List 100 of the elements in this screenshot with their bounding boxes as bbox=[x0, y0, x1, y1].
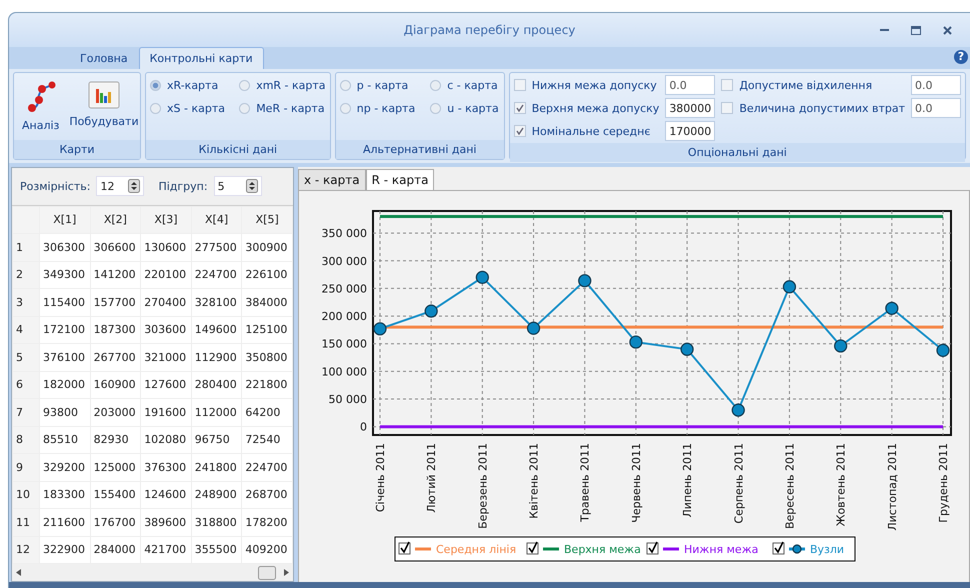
data-point bbox=[834, 339, 848, 353]
table-cell: 124600 bbox=[140, 481, 192, 509]
table-cell: 350800 bbox=[242, 344, 292, 372]
chart-tab[interactable]: x - карта bbox=[298, 169, 366, 190]
minimize-icon[interactable] bbox=[880, 28, 889, 32]
table-cell: 248900 bbox=[191, 481, 242, 509]
radio-option[interactable]: xS - карта bbox=[150, 102, 226, 115]
row-header: 2 bbox=[12, 261, 40, 289]
spin-field[interactable]: 12 bbox=[96, 176, 144, 196]
table-cell: 182000 bbox=[40, 371, 90, 399]
ribbon-tab[interactable]: Контрольні карти bbox=[138, 47, 264, 69]
y-tick-label: 50 000 bbox=[328, 393, 367, 406]
table-cell: 224700 bbox=[191, 261, 242, 289]
table-cell: 376100 bbox=[40, 344, 90, 372]
legend-line-icon bbox=[663, 548, 679, 550]
data-point bbox=[732, 404, 745, 417]
checkbox[interactable] bbox=[721, 79, 734, 91]
x-tick-label: Серпень 2011 bbox=[732, 443, 746, 524]
option-label: Верхня межа допуску bbox=[532, 102, 660, 114]
y-tick-label: 0 bbox=[360, 420, 367, 434]
x-tick-label: Грудень 2011 bbox=[937, 443, 950, 523]
legend-checkbox[interactable] bbox=[772, 542, 784, 554]
ribbon-tab[interactable]: Головна bbox=[69, 47, 139, 69]
group-title: Альтернативні дані bbox=[336, 140, 504, 159]
chart-tab[interactable]: R - карта bbox=[366, 169, 434, 190]
table-cell: 376300 bbox=[140, 454, 192, 482]
radio-option[interactable]: np - карта bbox=[340, 102, 416, 115]
table-cell: 85510 bbox=[40, 426, 90, 454]
input-field[interactable]: 0.0 bbox=[911, 98, 961, 118]
data-point bbox=[578, 274, 592, 288]
table-cell: 96750 bbox=[191, 426, 242, 454]
option-label: Номінальне середнє bbox=[532, 124, 652, 138]
table-cell: 270400 bbox=[140, 288, 192, 316]
table-cell: 64200 bbox=[242, 398, 292, 426]
close-icon[interactable] bbox=[943, 26, 952, 34]
scroll-left-icon[interactable] bbox=[16, 569, 21, 576]
checkbox[interactable] bbox=[721, 102, 734, 114]
table-cell: 160900 bbox=[90, 371, 141, 399]
table-cell: 93800 bbox=[40, 398, 90, 426]
table-cell: 149600 bbox=[191, 316, 242, 344]
checkbox[interactable] bbox=[514, 125, 526, 137]
data-point bbox=[373, 322, 387, 336]
spin-arrows-icon[interactable] bbox=[128, 179, 140, 194]
scrollbar[interactable] bbox=[12, 564, 293, 581]
checkbox[interactable] bbox=[514, 102, 526, 114]
data-point bbox=[629, 335, 642, 349]
x-tick-label: Жовтень 2011 bbox=[834, 443, 848, 526]
x-tick-label: Листопад 2011 bbox=[886, 443, 899, 531]
data-point bbox=[424, 304, 438, 318]
analysis-button[interactable]: Аналіз bbox=[20, 79, 62, 134]
table-cell: 187300 bbox=[90, 316, 141, 344]
option-label: Величина допустимих втрат bbox=[739, 102, 905, 114]
data-point bbox=[476, 270, 489, 284]
legend-checkbox[interactable] bbox=[646, 542, 658, 554]
checkbox[interactable] bbox=[514, 79, 526, 91]
radio-option[interactable]: c - карта bbox=[430, 79, 500, 92]
build-button[interactable]: Побудувати bbox=[67, 79, 141, 134]
table-cell: 329200 bbox=[40, 454, 90, 482]
table-cell: 141200 bbox=[90, 261, 141, 289]
x-tick-label: Липень 2011 bbox=[681, 443, 694, 518]
row-header: 6 bbox=[12, 371, 40, 399]
x-tick-label: Лютий 2011 bbox=[425, 443, 438, 513]
table-cell: 112000 bbox=[191, 398, 242, 426]
table-cell: 220100 bbox=[140, 261, 192, 289]
radio-option[interactable]: xmR - карта bbox=[239, 79, 326, 92]
input-field[interactable]: 380000 bbox=[665, 98, 716, 118]
scroll-thumb[interactable] bbox=[258, 566, 276, 580]
table-cell: 306300 bbox=[40, 234, 90, 262]
spin-field[interactable]: 5 bbox=[214, 176, 262, 196]
x-tick-label: Травень 2011 bbox=[578, 443, 592, 522]
radio-option[interactable]: xR-карта bbox=[150, 79, 226, 92]
node-chain-icon bbox=[26, 81, 56, 113]
scroll-right-icon[interactable] bbox=[284, 569, 289, 576]
legend-checkbox[interactable] bbox=[526, 542, 538, 554]
table-cell: 125000 bbox=[90, 454, 141, 482]
radio-option[interactable]: u - карта bbox=[430, 102, 500, 115]
help-button[interactable]: ? bbox=[954, 50, 968, 64]
data-point bbox=[885, 302, 898, 315]
input-field[interactable]: 0.0 bbox=[665, 75, 716, 95]
table-cell: 241800 bbox=[191, 454, 242, 482]
table-cell: 172100 bbox=[40, 316, 90, 344]
radio-option[interactable]: p - карта bbox=[340, 79, 416, 92]
y-tick-label: 350 000 bbox=[322, 227, 367, 240]
window-title: Діаграма перебігу процесу bbox=[402, 23, 576, 37]
table-cell: 157700 bbox=[90, 288, 141, 316]
table-cell: 183300 bbox=[40, 481, 90, 509]
column-header: X[1] bbox=[40, 206, 90, 234]
table-cell: 349300 bbox=[40, 261, 90, 289]
spin-arrows-icon[interactable] bbox=[246, 179, 258, 194]
legend-label: Нижня межа bbox=[684, 543, 758, 556]
table-cell: 178200 bbox=[242, 508, 292, 536]
radio-option[interactable]: MeR - карта bbox=[239, 102, 326, 115]
table-cell: 277500 bbox=[191, 234, 242, 262]
legend-checkbox[interactable] bbox=[398, 542, 410, 554]
input-field[interactable]: 170000 bbox=[665, 121, 716, 141]
legend-line-icon bbox=[415, 548, 431, 550]
option-label: Допустиме відхилення bbox=[739, 78, 874, 92]
option-label: Нижня межа допуску bbox=[532, 78, 658, 92]
maximize-icon[interactable] bbox=[911, 26, 921, 34]
input-field[interactable]: 0.0 bbox=[911, 75, 961, 95]
